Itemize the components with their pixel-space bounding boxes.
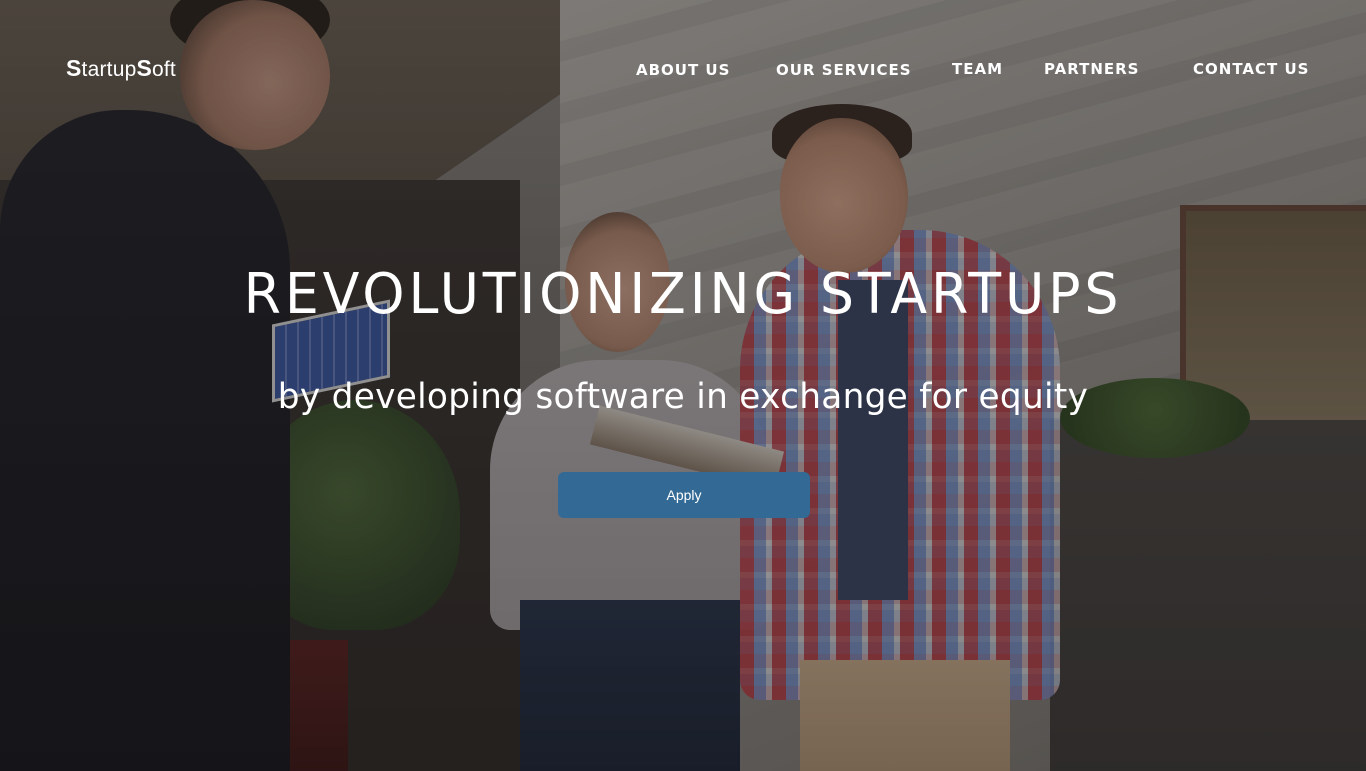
nav-link-about-us[interactable]: ABOUT US bbox=[636, 61, 730, 79]
nav-link-our-services[interactable]: OUR SERVICES bbox=[776, 61, 912, 79]
nav-link-team[interactable]: TEAM bbox=[952, 60, 1003, 78]
hero-subheadline: by developing software in exchange for e… bbox=[277, 377, 1089, 417]
nav-link-partners[interactable]: PARTNERS bbox=[1044, 60, 1140, 78]
main-navigation: ABOUT US OUR SERVICES TEAM PARTNERS CONT… bbox=[0, 60, 1366, 84]
nav-link-contact-us[interactable]: CONTACT US bbox=[1193, 60, 1309, 78]
apply-button[interactable]: Apply bbox=[558, 472, 810, 518]
hero-headline: REVOLUTIONIZING STARTUPS bbox=[243, 262, 1123, 327]
hero-section: StartupSoft ABOUT US OUR SERVICES TEAM P… bbox=[0, 0, 1366, 771]
